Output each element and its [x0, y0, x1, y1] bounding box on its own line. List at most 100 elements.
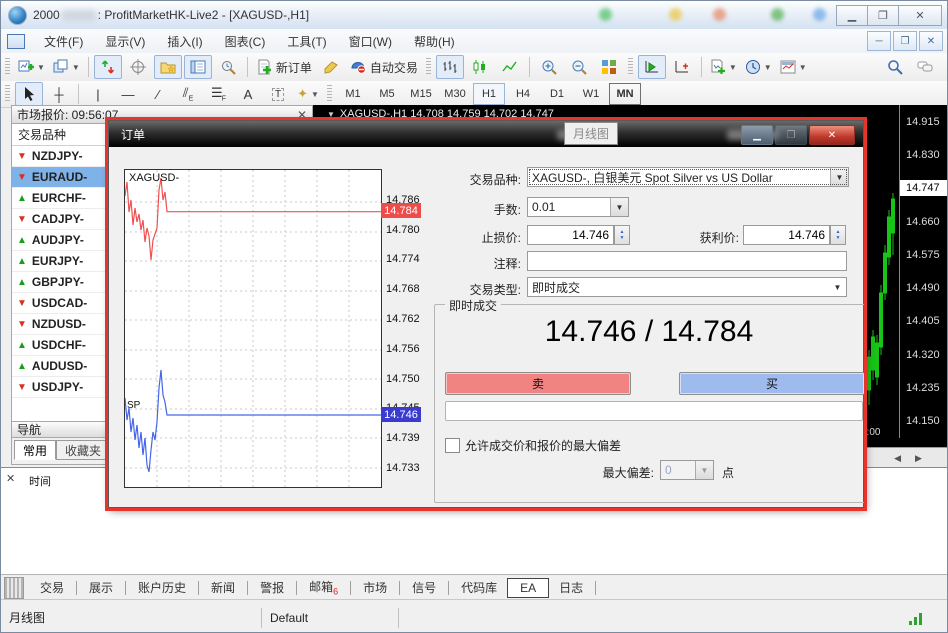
- candlestick-button[interactable]: [466, 55, 494, 79]
- stop-loss-spinner[interactable]: ▲▼: [614, 225, 630, 245]
- new-order-button[interactable]: 新订单: [253, 55, 315, 79]
- terminal-close-icon[interactable]: ✕: [6, 472, 15, 485]
- text-tool-button[interactable]: A: [234, 82, 262, 106]
- timeframe-h1[interactable]: H1: [473, 83, 505, 105]
- chat-button[interactable]: [911, 55, 939, 79]
- horizontal-line-button[interactable]: —: [114, 82, 142, 106]
- trendline-button[interactable]: ∕: [144, 82, 172, 106]
- timeframe-d1[interactable]: D1: [541, 83, 573, 105]
- take-profit-spinner[interactable]: ▲▼: [830, 225, 846, 245]
- menu-tools[interactable]: 工具(T): [276, 30, 337, 53]
- deviation-checkbox[interactable]: [445, 438, 460, 453]
- strategy-tester-button[interactable]: [214, 55, 242, 79]
- order-dialog-titlebar[interactable]: 订单 ▁ ❐ ✕: [109, 121, 863, 147]
- buy-button[interactable]: 买: [679, 372, 865, 395]
- tab-signals[interactable]: 信号: [402, 577, 446, 598]
- profiles-button[interactable]: ▼: [50, 55, 83, 79]
- cursor-button[interactable]: [15, 82, 43, 106]
- zoom-in-button[interactable]: [535, 55, 563, 79]
- toolbar-grip[interactable]: [5, 85, 10, 103]
- toolbar-grip[interactable]: [327, 85, 332, 103]
- metaeditor-button[interactable]: [317, 55, 345, 79]
- search-button[interactable]: [881, 55, 909, 79]
- templates-button[interactable]: ▼: [777, 55, 810, 79]
- mdi-minimize-button[interactable]: ─: [867, 31, 891, 51]
- chevron-down-icon[interactable]: ▼: [610, 198, 628, 216]
- one-click-trading-arrow[interactable]: ▼: [327, 110, 335, 119]
- fibonacci-button[interactable]: ☰F: [204, 82, 232, 106]
- status-profile[interactable]: Default: [262, 608, 399, 628]
- line-chart-button[interactable]: [496, 55, 524, 79]
- crosshair-tool-button[interactable]: ┼: [45, 82, 73, 106]
- data-window-button[interactable]: [124, 55, 152, 79]
- zoom-out-button[interactable]: [565, 55, 593, 79]
- menu-help[interactable]: 帮助(H): [403, 30, 466, 53]
- order-type-select[interactable]: 即时成交 ▼: [527, 277, 847, 297]
- autotrading-button[interactable]: 自动交易: [347, 55, 421, 79]
- stop-loss-input[interactable]: [527, 225, 614, 245]
- window-restore-button[interactable]: ❐: [867, 5, 899, 26]
- window-minimize-button[interactable]: ▁: [836, 5, 868, 26]
- dialog-maximize-button[interactable]: ❐: [775, 125, 807, 145]
- menu-charts[interactable]: 图表(C): [214, 30, 277, 53]
- auto-scroll-button[interactable]: [638, 55, 666, 79]
- timeframe-w1[interactable]: W1: [575, 83, 607, 105]
- new-chart-button[interactable]: ▼: [15, 55, 48, 79]
- text-label-button[interactable]: T: [264, 82, 292, 106]
- terminal-grip-icon[interactable]: [4, 577, 24, 599]
- menu-insert[interactable]: 插入(I): [156, 30, 213, 53]
- arrows-button[interactable]: ✦▼: [294, 82, 322, 106]
- tab-journal[interactable]: 日志: [549, 577, 593, 598]
- vertical-line-button[interactable]: |: [84, 82, 112, 106]
- dialog-minimize-button[interactable]: ▁: [741, 125, 773, 145]
- timeframe-mn[interactable]: MN: [609, 83, 641, 105]
- scroll-left-arrow-icon[interactable]: ◀: [894, 453, 901, 464]
- tab-alerts[interactable]: 警报: [250, 577, 294, 598]
- mdi-restore-button[interactable]: ❐: [893, 31, 917, 51]
- tab-experts[interactable]: EA: [507, 578, 549, 598]
- comment-input[interactable]: [527, 251, 847, 271]
- menu-view[interactable]: 显示(V): [94, 30, 156, 53]
- toolbar-grip[interactable]: [5, 58, 10, 76]
- timeframe-m15[interactable]: M15: [405, 83, 437, 105]
- chevron-down-icon[interactable]: ▼: [830, 168, 848, 186]
- indicators-button[interactable]: ▼: [707, 55, 740, 79]
- tab-trade[interactable]: 交易: [30, 577, 74, 598]
- symbol-select[interactable]: XAGUSD-, 白银美元 Spot Silver vs US Dollar ▼: [527, 167, 849, 187]
- scroll-right-arrow-icon[interactable]: ▶: [915, 453, 922, 464]
- timeframe-m5[interactable]: M5: [371, 83, 403, 105]
- window-close-button[interactable]: ✕: [898, 5, 942, 26]
- timeframe-m1[interactable]: M1: [337, 83, 369, 105]
- terminal-toggle[interactable]: [184, 55, 212, 79]
- deviation-checkbox-row[interactable]: 允许成交价和报价的最大偏差: [445, 437, 621, 454]
- chevron-down-icon[interactable]: ▼: [829, 278, 846, 296]
- chart-shift-button[interactable]: [668, 55, 696, 79]
- tab-mailbox[interactable]: 邮箱6: [299, 576, 348, 598]
- price-scale[interactable]: 14.915 14.830 14.747 14.660 14.575 14.49…: [899, 105, 948, 438]
- market-watch-toggle[interactable]: [94, 55, 122, 79]
- tab-account-history[interactable]: 账户历史: [128, 577, 196, 598]
- equidistant-channel-button[interactable]: ⫽E: [174, 82, 202, 106]
- tab-common[interactable]: 常用: [14, 440, 56, 460]
- chart-horizontal-scrollbar[interactable]: ◀ ▶: [867, 447, 948, 468]
- take-profit-input[interactable]: [743, 225, 830, 245]
- volume-select[interactable]: 0.01 ▼: [527, 197, 629, 217]
- navigator-toggle[interactable]: [154, 55, 182, 79]
- toolbar-grip[interactable]: [628, 58, 633, 76]
- tab-market[interactable]: 市场: [353, 577, 397, 598]
- tile-windows-button[interactable]: [595, 55, 623, 79]
- timeframe-h4[interactable]: H4: [507, 83, 539, 105]
- menu-window[interactable]: 窗口(W): [338, 30, 403, 53]
- tab-exposure[interactable]: 展示: [79, 577, 123, 598]
- sell-button[interactable]: 卖: [445, 372, 631, 395]
- tab-code-base[interactable]: 代码库: [451, 577, 507, 598]
- tab-favorites[interactable]: 收藏夹: [56, 440, 110, 460]
- chart-system-icon[interactable]: [7, 34, 25, 49]
- menu-file[interactable]: 文件(F): [33, 30, 94, 53]
- tab-news[interactable]: 新闻: [201, 577, 245, 598]
- timeframe-m30[interactable]: M30: [439, 83, 471, 105]
- dialog-close-button[interactable]: ✕: [809, 125, 855, 145]
- toolbar-grip[interactable]: [426, 58, 431, 76]
- bar-chart-button[interactable]: [436, 55, 464, 79]
- periods-button[interactable]: ▼: [742, 55, 775, 79]
